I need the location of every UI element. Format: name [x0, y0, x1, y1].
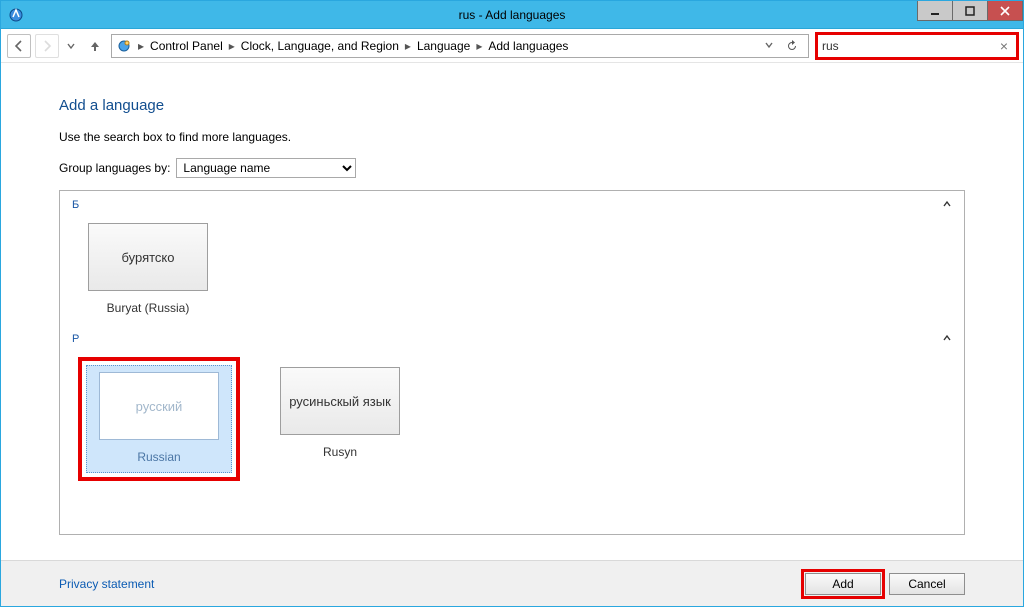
search-box[interactable]: ×	[817, 34, 1017, 58]
language-list[interactable]: Б бурятско Buryat (Russia) Р	[59, 190, 965, 535]
window-title: rus - Add languages	[1, 8, 1023, 22]
address-history-dropdown[interactable]	[760, 39, 778, 53]
group-header: Б	[70, 199, 954, 215]
language-label: Russian	[137, 450, 180, 464]
minimize-button[interactable]	[917, 1, 953, 21]
language-label: Rusyn	[323, 445, 357, 459]
breadcrumb-item[interactable]: Add languages	[484, 39, 572, 53]
group-items: бурятско Buryat (Russia)	[70, 215, 954, 333]
cancel-button[interactable]: Cancel	[889, 573, 965, 595]
collapse-group-icon[interactable]	[942, 333, 952, 346]
maximize-button[interactable]	[952, 1, 988, 21]
privacy-link[interactable]: Privacy statement	[59, 577, 154, 591]
control-panel-icon	[5, 4, 27, 26]
breadcrumb: ▸ Control Panel ▸ Clock, Language, and R…	[136, 39, 758, 53]
titlebar: rus - Add languages	[1, 1, 1023, 29]
breadcrumb-item[interactable]: Clock, Language, and Region	[237, 39, 403, 53]
group-by-select[interactable]: Language name	[176, 158, 356, 178]
footer: Privacy statement Add Cancel	[1, 560, 1023, 606]
group-letter: Б	[72, 199, 79, 211]
language-item-rusyn[interactable]: русиньскый язык Rusyn	[270, 367, 410, 459]
group-header: Р	[70, 333, 954, 349]
language-tile: русиньскый язык	[280, 367, 400, 435]
clear-search-icon[interactable]: ×	[996, 38, 1012, 54]
page-title: Add a language	[59, 97, 965, 114]
language-item-buryat[interactable]: бурятско Buryat (Russia)	[78, 223, 218, 315]
add-button[interactable]: Add	[805, 573, 881, 595]
forward-button[interactable]	[35, 34, 59, 58]
search-input[interactable]	[822, 39, 996, 53]
language-item-russian[interactable]: русский Russian	[86, 365, 232, 473]
address-icon	[114, 36, 134, 56]
up-button[interactable]	[83, 34, 107, 58]
group-label: Group languages by:	[59, 161, 170, 175]
collapse-group-icon[interactable]	[942, 199, 952, 212]
refresh-button[interactable]	[782, 36, 802, 56]
breadcrumb-item[interactable]: Language	[413, 39, 474, 53]
language-tile: русский	[99, 372, 219, 440]
recent-locations-dropdown[interactable]	[63, 34, 79, 58]
content-area: Add a language Use the search box to fin…	[1, 63, 1023, 560]
selected-highlight: русский Russian	[78, 357, 240, 481]
back-button[interactable]	[7, 34, 31, 58]
group-row: Group languages by: Language name	[59, 158, 965, 178]
group-letter: Р	[72, 333, 79, 345]
footer-buttons: Add Cancel	[805, 573, 965, 595]
chevron-right-icon: ▸	[227, 39, 237, 53]
address-bar[interactable]: ▸ Control Panel ▸ Clock, Language, and R…	[111, 34, 809, 58]
navigation-bar: ▸ Control Panel ▸ Clock, Language, and R…	[1, 29, 1023, 63]
chevron-right-icon: ▸	[474, 39, 484, 53]
window: rus - Add languages	[0, 0, 1024, 607]
page-hint: Use the search box to find more language…	[59, 130, 965, 144]
close-button[interactable]	[987, 1, 1023, 21]
chevron-right-icon: ▸	[136, 39, 146, 53]
breadcrumb-item[interactable]: Control Panel	[146, 39, 227, 53]
chevron-right-icon: ▸	[403, 39, 413, 53]
group-items: русский Russian русиньскый язык Rusyn	[70, 349, 954, 499]
language-label: Buryat (Russia)	[107, 301, 190, 315]
language-tile: бурятско	[88, 223, 208, 291]
window-buttons	[918, 1, 1023, 21]
